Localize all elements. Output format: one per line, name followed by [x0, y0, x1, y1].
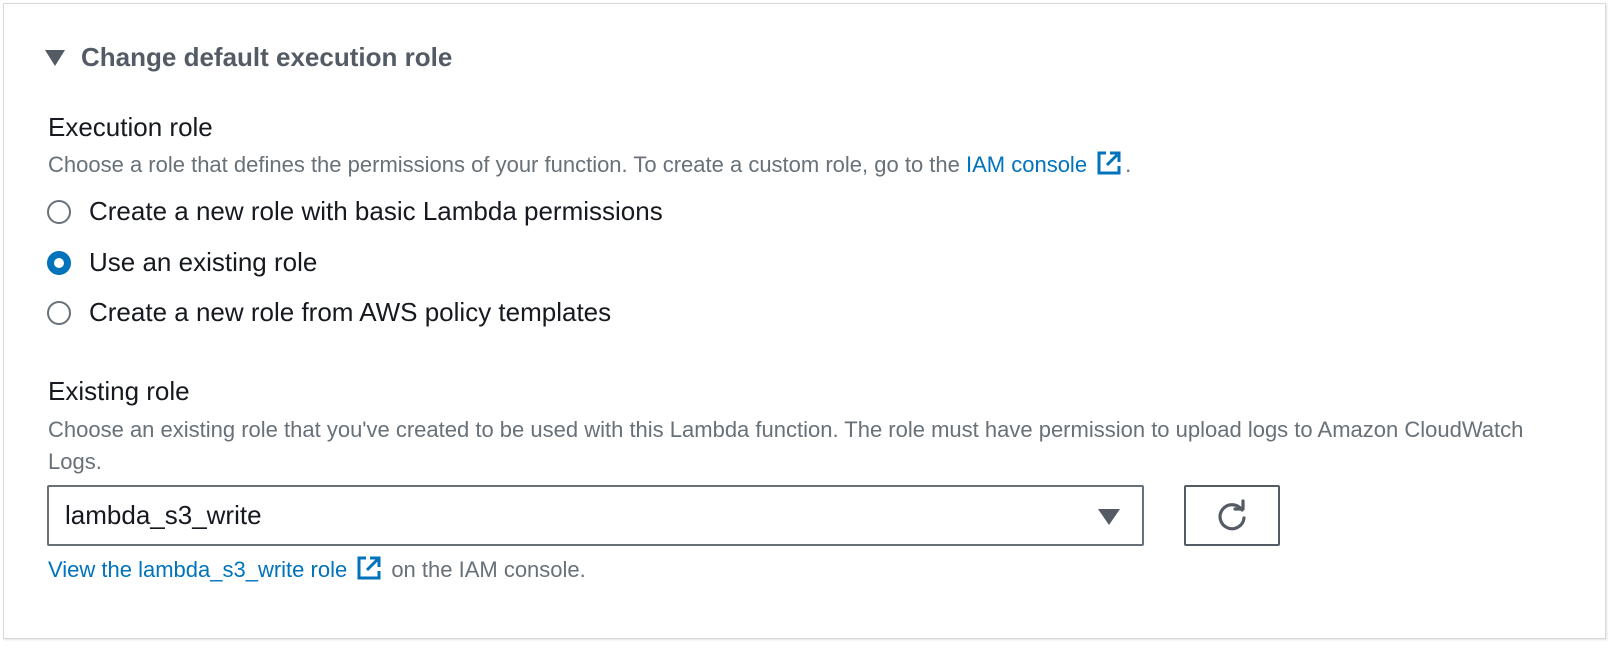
radio-button-selected[interactable]	[47, 250, 71, 275]
view-role-link[interactable]: View the lambda_s3_write role	[48, 556, 385, 582]
existing-role-select-value: lambda_s3_write	[65, 500, 262, 530]
radio-label: Create a new role with basic Lambda perm…	[89, 196, 663, 226]
radio-option-policy-templates[interactable]: Create a new role from AWS policy templa…	[47, 297, 611, 328]
radio-button[interactable]	[47, 300, 71, 325]
view-role-link-label: View the lambda_s3_write role	[48, 557, 348, 582]
execution-role-description: Choose a role that defines the permissio…	[48, 149, 1568, 181]
dropdown-caret-icon	[1098, 509, 1120, 525]
execution-role-description-text: Choose a role that defines the permissio…	[48, 152, 966, 177]
refresh-icon	[1218, 498, 1246, 530]
view-role-suffix: on the IAM console.	[385, 557, 586, 582]
existing-role-description: Choose an existing role that you've crea…	[48, 417, 1524, 474]
execution-role-label: Execution role	[48, 112, 213, 142]
execution-role-description-end: .	[1125, 152, 1132, 177]
refresh-roles-button[interactable]	[1184, 485, 1280, 546]
radio-option-new-basic-role[interactable]: Create a new role with basic Lambda perm…	[47, 196, 663, 227]
radio-label: Use an existing role	[89, 247, 318, 277]
existing-role-select[interactable]: lambda_s3_write	[47, 485, 1144, 546]
radio-label: Create a new role from AWS policy templa…	[89, 297, 612, 327]
view-role-line: View the lambda_s3_write role on the IAM…	[48, 554, 586, 586]
iam-console-link-label: IAM console	[966, 152, 1088, 177]
external-link-icon	[1097, 151, 1121, 175]
radio-option-existing-role[interactable]: Use an existing role	[47, 247, 317, 278]
iam-console-link[interactable]: IAM console	[966, 151, 1125, 177]
change-execution-role-expander[interactable]: Change default execution role	[45, 42, 452, 73]
radio-button[interactable]	[47, 199, 71, 224]
expander-label: Change default execution role	[81, 42, 453, 72]
external-link-icon	[357, 556, 381, 580]
execution-role-panel: Change default execution role Execution …	[3, 3, 1606, 639]
existing-role-label: Existing role	[48, 376, 190, 406]
caret-down-icon	[45, 49, 65, 66]
